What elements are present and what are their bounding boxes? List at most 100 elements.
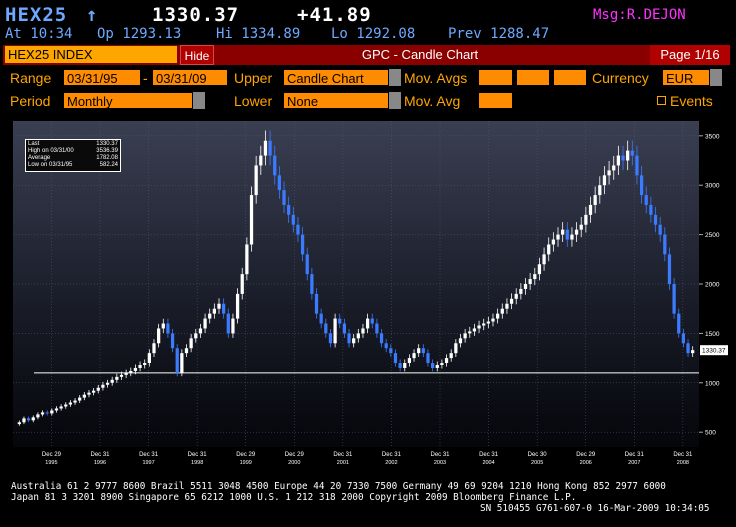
candle-body (328, 333, 333, 344)
x-tick-label: Dec 31 (333, 452, 353, 458)
candle-body (407, 358, 412, 364)
y-tick-label: 3000 (705, 183, 720, 190)
x-tick-year: 1995 (45, 460, 57, 464)
range-start-field[interactable]: 03/31/95 (63, 69, 141, 86)
period-dropdown-icon[interactable] (193, 92, 205, 109)
candle-body (505, 303, 509, 309)
candle-body (426, 353, 430, 364)
x-tick-year: 2007 (628, 460, 640, 464)
quote-open: Op 1293.13 (97, 26, 182, 42)
candle-body (110, 379, 114, 383)
ticker-symbol: HEX25 (5, 4, 68, 26)
candle-body (361, 328, 365, 334)
y-tick-label: 500 (705, 430, 716, 437)
last-value-label: 1330.37 (702, 348, 726, 355)
message-indicator[interactable]: Msg:R.DEJON (593, 7, 686, 23)
x-tick-label: Dec 30 (528, 452, 548, 458)
candle-body (240, 274, 244, 294)
x-tick-year: 1997 (142, 460, 154, 464)
candle-body (73, 400, 77, 403)
mov-avg-label: Mov. Avg (404, 93, 461, 109)
candle-body (537, 264, 542, 275)
candle-body (115, 376, 119, 380)
candle-body (124, 372, 128, 375)
hide-button[interactable]: Hide (180, 45, 214, 65)
candle-body (486, 321, 490, 324)
period-field[interactable]: Monthly (63, 92, 193, 109)
candle-body (519, 288, 523, 294)
y-tick-label: 2500 (705, 232, 720, 239)
candle-body (189, 338, 193, 349)
candle-body (523, 284, 528, 289)
candle-body (310, 274, 314, 294)
last-price: 1330.37 (152, 4, 240, 26)
x-tick-label: Dec 29 (285, 452, 305, 458)
currency-dropdown-icon[interactable] (710, 69, 722, 86)
mov-avgs-label: Mov. Avgs (404, 70, 468, 86)
candle-body (356, 333, 360, 339)
candle-body (287, 204, 291, 215)
candle-body (338, 318, 342, 324)
currency-field[interactable]: EUR (662, 69, 710, 86)
legend-label: Average (28, 155, 51, 161)
x-tick-year: 1999 (240, 460, 252, 464)
candle-body (379, 333, 384, 344)
legend-label: High on 03/31/00 (28, 148, 74, 154)
page-indicator[interactable]: Page 1/16 (650, 45, 730, 65)
events-checkbox[interactable] (657, 96, 666, 105)
candle-body (435, 365, 439, 368)
mov-avg-lower-field[interactable] (478, 92, 513, 109)
x-tick-year: 2006 (580, 460, 592, 464)
lower-dropdown-icon[interactable] (389, 92, 401, 109)
x-tick-year: 1998 (191, 460, 203, 464)
candle-body (598, 185, 602, 196)
candle-body (129, 370, 133, 373)
candle-body (412, 353, 416, 359)
legend-row: High on 03/31/00 3536.39 (28, 148, 118, 155)
candle-body (440, 363, 444, 366)
candle-body (584, 214, 588, 225)
candle-body (147, 353, 151, 364)
candle-body (152, 343, 156, 354)
upper-field[interactable]: Candle Chart (283, 69, 389, 86)
candle-body (607, 170, 611, 176)
candle-body (268, 140, 272, 156)
candle-body (630, 150, 634, 156)
candle-body (50, 410, 54, 414)
candle-body (96, 387, 100, 391)
function-title: GPC - Candle Chart (361, 47, 479, 62)
candle-body (579, 224, 583, 230)
candle-body (547, 244, 551, 255)
candle-body (612, 165, 616, 171)
candle-body (249, 195, 254, 245)
range-separator: - (143, 70, 148, 86)
x-tick-year: 2003 (434, 460, 446, 464)
candle-body (635, 155, 639, 176)
candle-body (222, 303, 226, 314)
events-label[interactable]: Events (670, 92, 713, 110)
mov-avg-field-3[interactable] (553, 69, 587, 86)
security-field[interactable]: HEX25 INDEX (5, 46, 177, 63)
mov-avg-field-1[interactable] (478, 69, 513, 86)
x-tick-year: 2008 (677, 460, 689, 464)
candle-body (449, 353, 453, 359)
candle-body (45, 412, 49, 414)
x-tick-year: 2005 (531, 460, 543, 464)
range-end-field[interactable]: 03/31/09 (152, 69, 228, 86)
candle-body (161, 323, 165, 329)
candle-body (593, 195, 597, 205)
candle-body (658, 224, 662, 235)
x-tick-label: Dec 31 (382, 452, 402, 458)
candle-body (496, 313, 500, 319)
candle-body (40, 412, 45, 415)
candle-body (105, 382, 110, 385)
x-tick-label: Dec 29 (576, 452, 596, 458)
candle-body (663, 234, 667, 255)
candle-body (551, 239, 555, 245)
lower-field[interactable]: None (283, 92, 389, 109)
upper-dropdown-icon[interactable] (389, 69, 401, 86)
legend-label: Low on 03/31/95 (28, 162, 73, 168)
upper-label: Upper (234, 70, 273, 86)
mov-avg-field-2[interactable] (516, 69, 550, 86)
candle-body (133, 367, 138, 371)
